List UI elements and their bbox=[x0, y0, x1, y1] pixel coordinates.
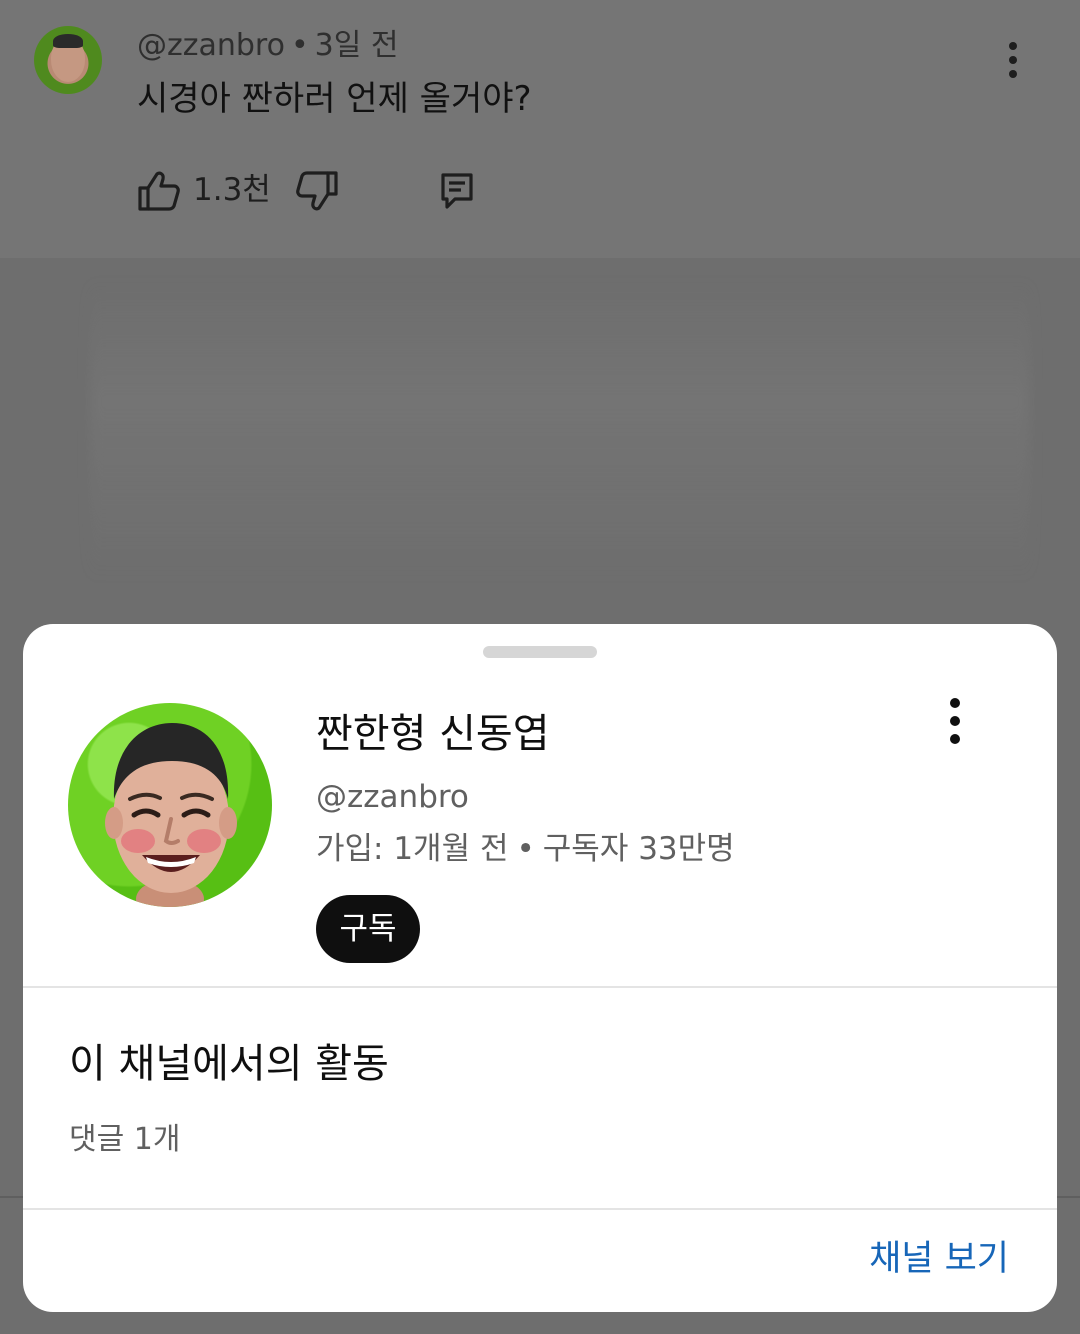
more-vert-icon[interactable] bbox=[996, 40, 1030, 80]
channel-stats: 가입: 1개월 전 • 구독자 33만명 bbox=[316, 828, 735, 870]
section-divider bbox=[23, 986, 1057, 988]
section-divider bbox=[23, 1208, 1057, 1210]
view-channel-button[interactable]: 채널 보기 bbox=[869, 1236, 1009, 1282]
reply-icon[interactable] bbox=[440, 172, 474, 210]
stats-separator: • bbox=[516, 831, 535, 867]
joined-date: 가입: 1개월 전 bbox=[316, 831, 509, 867]
channel-bottom-sheet: 짠한형 신동엽 @zzanbro 가입: 1개월 전 • 구독자 33만명 구독 이… bbox=[23, 624, 1057, 1312]
comment-time: 3일 전 bbox=[314, 28, 399, 63]
avatar-hair bbox=[53, 34, 83, 48]
channel-handle: @zzanbro bbox=[316, 779, 469, 815]
subscribe-button[interactable]: 구독 bbox=[316, 895, 420, 963]
like-count: 1.3천 bbox=[193, 172, 271, 208]
comment-author-handle[interactable]: @zzanbro bbox=[137, 28, 285, 63]
channel-avatar[interactable] bbox=[68, 703, 272, 907]
comment-meta: @zzanbro • 3일 전 bbox=[137, 26, 399, 66]
channel-name: 짠한형 신동엽 bbox=[316, 711, 550, 757]
comment-author-avatar[interactable] bbox=[34, 26, 102, 94]
thumbs-down-icon[interactable] bbox=[295, 170, 339, 212]
blurred-background-content bbox=[90, 280, 1030, 580]
meta-separator: • bbox=[290, 28, 309, 63]
activity-section-title: 이 채널에서의 활동 bbox=[69, 1041, 389, 1087]
comment-text: 시경아 짠하러 언제 올거야? bbox=[137, 79, 532, 119]
thumbs-up-icon[interactable] bbox=[137, 170, 181, 212]
sheet-drag-handle[interactable] bbox=[483, 646, 597, 658]
avatar-portrait bbox=[105, 723, 237, 907]
more-vert-icon[interactable] bbox=[937, 696, 973, 746]
subscriber-count: 구독자 33만명 bbox=[542, 831, 735, 867]
activity-comment-count: 댓글 1개 bbox=[69, 1122, 181, 1157]
